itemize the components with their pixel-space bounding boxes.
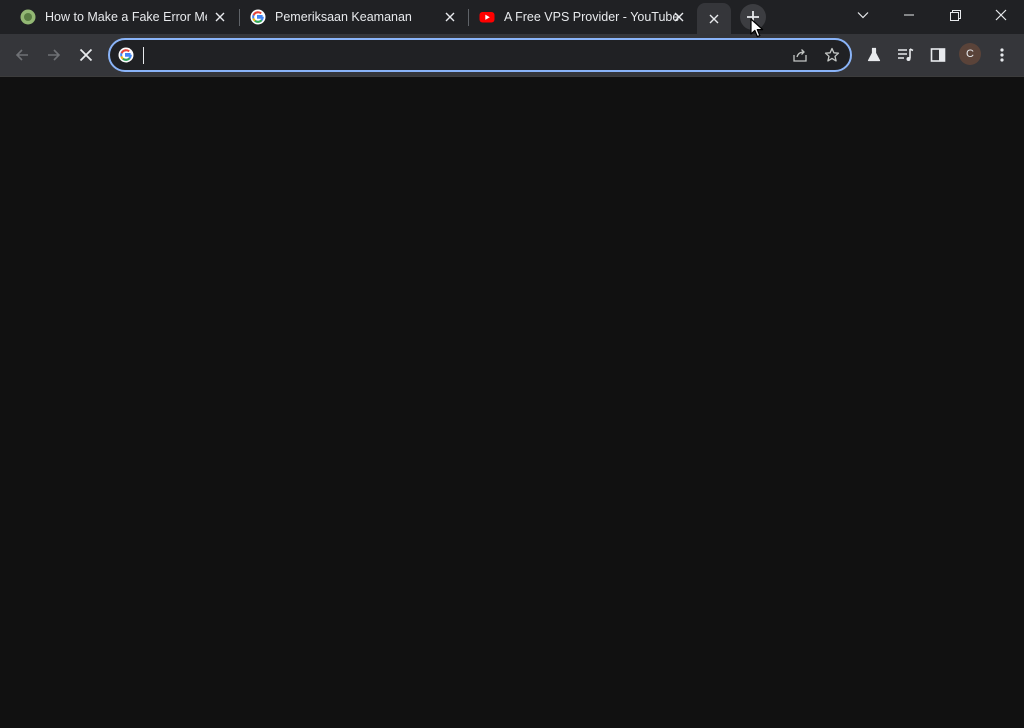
share-icon xyxy=(793,49,807,62)
mouse-cursor-icon xyxy=(750,18,764,38)
address-input[interactable] xyxy=(142,44,782,66)
google-g-icon xyxy=(118,47,134,63)
toolbar: C xyxy=(0,34,1024,76)
text-caret xyxy=(143,47,144,64)
google-g-icon xyxy=(250,9,266,25)
tab-youtube[interactable]: A Free VPS Provider - YouTube xyxy=(469,0,695,34)
labs-button[interactable] xyxy=(860,41,888,69)
tab-close-button[interactable] xyxy=(442,9,458,25)
restore-button[interactable] xyxy=(932,0,978,30)
tab-close-button[interactable] xyxy=(671,9,687,25)
arrow-right-icon xyxy=(48,49,61,61)
tab-strip: How to Make a Fake Error Mes Pemeriksaan… xyxy=(0,0,1024,34)
tab-title: A Free VPS Provider - YouTube xyxy=(504,10,680,24)
media-controls-button[interactable] xyxy=(892,41,920,69)
tab-close-button[interactable] xyxy=(709,11,719,29)
tab-close-button[interactable] xyxy=(212,9,228,25)
close-icon xyxy=(995,9,1007,21)
close-icon xyxy=(674,12,684,22)
tab-title: How to Make a Fake Error Mes xyxy=(45,10,207,24)
wikihow-icon xyxy=(20,9,36,25)
share-button[interactable] xyxy=(792,47,808,68)
more-vertical-icon xyxy=(1000,48,1004,62)
chevron-down-icon xyxy=(857,12,869,19)
youtube-icon xyxy=(479,12,495,23)
side-panel-icon xyxy=(930,48,946,62)
tab-search-button[interactable] xyxy=(840,0,886,30)
address-bar[interactable] xyxy=(108,38,852,72)
close-icon xyxy=(445,12,455,22)
back-button[interactable] xyxy=(8,41,36,69)
tab-title: Pemeriksaan Keamanan xyxy=(275,10,412,24)
tab-new-active[interactable] xyxy=(697,3,731,34)
tab-security-check[interactable]: Pemeriksaan Keamanan xyxy=(240,0,466,34)
bookmark-button[interactable] xyxy=(824,47,840,68)
arrow-left-icon xyxy=(15,49,28,61)
restore-icon xyxy=(949,9,961,21)
minimize-icon xyxy=(904,14,914,16)
page-content xyxy=(0,76,1024,728)
star-icon xyxy=(824,47,840,62)
close-window-button[interactable] xyxy=(978,0,1024,30)
menu-button[interactable] xyxy=(988,41,1016,69)
close-icon xyxy=(79,48,93,62)
side-panel-button[interactable] xyxy=(924,41,952,69)
close-icon xyxy=(709,14,719,24)
minimize-button[interactable] xyxy=(886,0,932,30)
close-icon xyxy=(215,12,225,22)
forward-button[interactable] xyxy=(40,41,68,69)
profile-avatar[interactable]: C xyxy=(959,43,981,65)
flask-icon xyxy=(867,47,881,62)
stop-loading-button[interactable] xyxy=(72,41,100,69)
tab-wikihow[interactable]: How to Make a Fake Error Mes xyxy=(12,0,236,34)
media-queue-icon xyxy=(898,48,914,61)
